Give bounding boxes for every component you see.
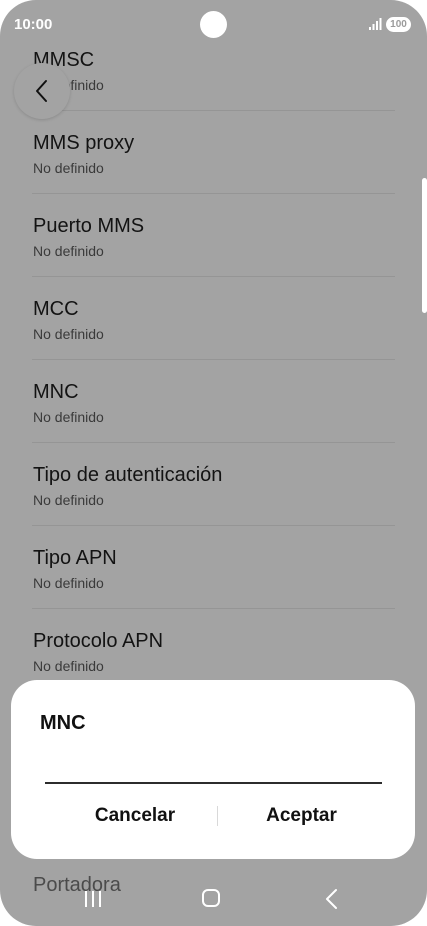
- back-icon[interactable]: [324, 888, 340, 910]
- button-divider: [217, 806, 218, 826]
- list-item-mms-port[interactable]: Puerto MMS No definido: [32, 194, 395, 277]
- back-button[interactable]: [14, 63, 70, 119]
- list-item-mcc[interactable]: MCC No definido: [32, 277, 395, 360]
- item-title: Tipo de autenticación: [33, 464, 223, 486]
- home-icon[interactable]: [202, 889, 220, 907]
- system-nav-bar: [0, 878, 427, 922]
- item-value: No definido: [33, 326, 104, 342]
- item-value: No definido: [33, 409, 104, 425]
- item-title: Tipo APN: [33, 547, 117, 569]
- item-value: No definido: [33, 160, 104, 176]
- item-value: No definido: [33, 575, 104, 591]
- scrollbar[interactable]: [422, 178, 427, 313]
- chevron-left-icon: [36, 80, 47, 102]
- dialog-title: MNC: [40, 712, 86, 734]
- list-item-auth-type[interactable]: Tipo de autenticación No definido: [32, 443, 395, 526]
- list-item-apn-type[interactable]: Tipo APN No definido: [32, 526, 395, 609]
- dialog-actions: Cancelar Aceptar: [11, 796, 415, 836]
- cancel-button[interactable]: Cancelar: [51, 796, 219, 836]
- item-title: MNC: [33, 381, 79, 403]
- list-item-mnc[interactable]: MNC No definido: [32, 360, 395, 443]
- item-value: No definido: [33, 658, 104, 674]
- list-item-mmsc[interactable]: MMSC No definido: [32, 28, 395, 111]
- item-value: No definido: [33, 243, 104, 259]
- apn-settings-list: MMSC No definido MMS proxy No definido P…: [0, 28, 427, 692]
- item-title: Protocolo APN: [33, 630, 164, 652]
- item-title: MCC: [33, 298, 79, 320]
- mnc-input[interactable]: [45, 764, 382, 784]
- mnc-dialog: MNC Cancelar Aceptar: [11, 680, 415, 859]
- recents-icon[interactable]: [83, 890, 103, 908]
- list-item-mms-proxy[interactable]: MMS proxy No definido: [32, 111, 395, 194]
- item-value: No definido: [33, 492, 104, 508]
- item-title: Puerto MMS: [33, 215, 145, 237]
- phone-screen: 10:00 100 MMSC No definido MMS proxy No …: [0, 0, 427, 926]
- accept-button[interactable]: Aceptar: [219, 796, 384, 836]
- item-title: MMS proxy: [33, 132, 135, 154]
